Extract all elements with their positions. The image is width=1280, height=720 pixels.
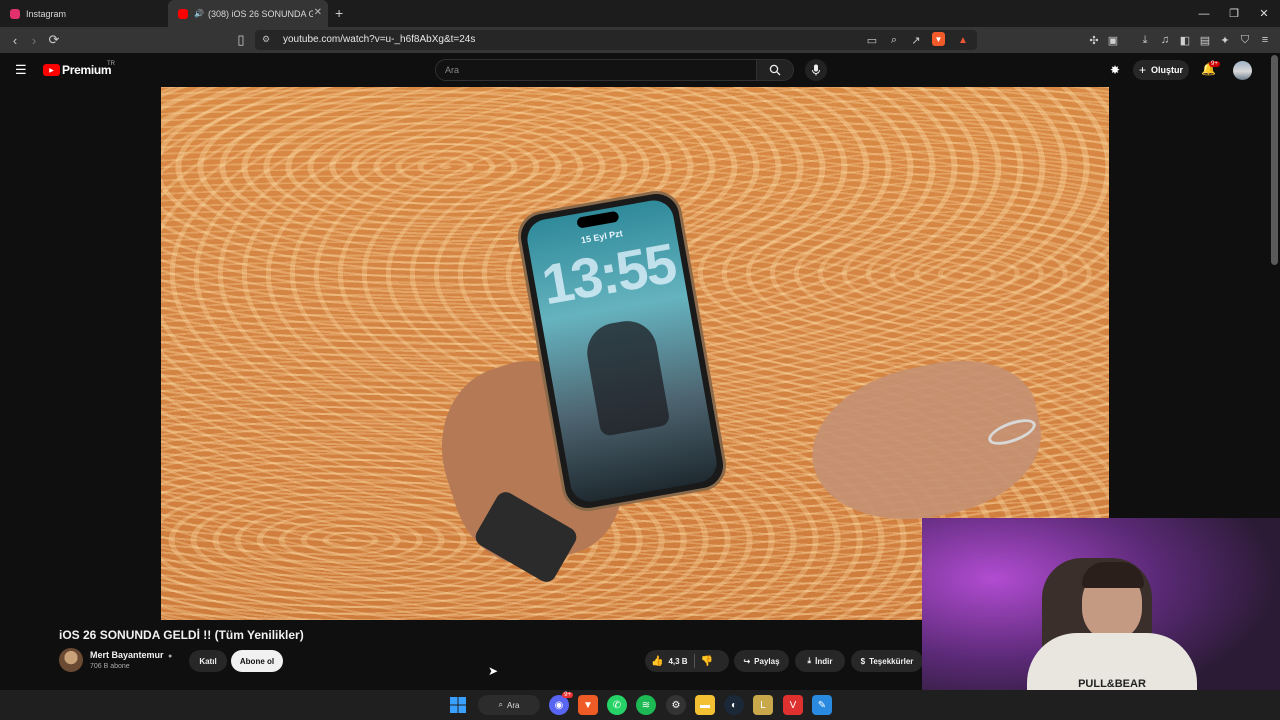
youtube-premium-logo[interactable]: Premium xyxy=(62,63,112,77)
thumbs-down-icon: 👎 xyxy=(700,655,714,667)
join-button[interactable]: Katıl xyxy=(189,650,227,672)
valorant-icon[interactable]: V xyxy=(783,695,803,715)
divider xyxy=(693,654,695,668)
zoom-icon[interactable]: ⌕ xyxy=(886,32,902,48)
vpn-icon[interactable]: ⛉ xyxy=(1237,32,1253,48)
new-tab-button[interactable]: + xyxy=(335,5,343,21)
back-button[interactable]: ‹ xyxy=(6,31,24,49)
league-client-icon[interactable]: L xyxy=(753,695,773,715)
tab-instagram[interactable]: Instagram xyxy=(0,0,165,27)
spotify-icon[interactable]: ≋ xyxy=(636,695,656,715)
taskbar-search[interactable]: ⌕ Ara xyxy=(478,695,540,715)
right-hand xyxy=(797,344,1055,540)
leo-ai-icon[interactable]: ✦ xyxy=(1217,32,1233,48)
menu-icon[interactable]: ≡ xyxy=(1257,32,1273,48)
windows-logo-icon xyxy=(450,697,466,713)
like-button[interactable]: 👍 4,3 B xyxy=(651,656,688,667)
youtube-icon xyxy=(178,8,188,19)
channel-name[interactable]: Mert Bayantemur ● xyxy=(90,650,172,660)
search-input[interactable]: Ara xyxy=(445,65,459,75)
sidebar-icon[interactable]: ◧ xyxy=(1177,32,1193,48)
person-hair xyxy=(1082,562,1144,588)
channel-avatar[interactable] xyxy=(59,648,83,672)
thanks-button[interactable]: $ Teşekkürler xyxy=(851,650,923,672)
like-dislike-group: 👍 4,3 B 👎 xyxy=(645,650,729,672)
shirt-text: PULL&BEAR xyxy=(1078,678,1146,690)
reload-button[interactable]: ⟳ xyxy=(45,31,63,49)
brave-shields-icon[interactable]: ▼ xyxy=(932,32,945,46)
media-icon[interactable]: ♫ xyxy=(1157,32,1173,48)
url-text[interactable]: youtube.com/watch?v=u-_h6f8AbXg&t=24s xyxy=(283,34,475,45)
file-explorer-icon[interactable]: ▬ xyxy=(695,695,715,715)
restore-button[interactable]: ❐ xyxy=(1218,0,1250,27)
share-icon[interactable]: ↗ xyxy=(908,32,924,48)
plus-icon: + xyxy=(1138,63,1146,77)
verified-icon: ● xyxy=(168,653,173,660)
brave-rewards-icon[interactable]: ▲ xyxy=(955,32,971,48)
snipping-tool-icon[interactable]: ✎ xyxy=(812,695,832,715)
extensions-icon[interactable]: ✣ xyxy=(1086,32,1102,48)
forward-button[interactable]: › xyxy=(25,31,43,49)
close-tab-icon[interactable]: ✕ xyxy=(314,7,322,18)
download-arrow-icon: ⤓ xyxy=(807,656,812,665)
settings-app-icon[interactable]: ⚙ xyxy=(666,695,686,715)
youtube-logo-icon[interactable]: ▶ xyxy=(43,64,60,76)
close-window-button[interactable]: ✕ xyxy=(1248,0,1280,27)
tab-search-icon[interactable]: ▣ xyxy=(1105,32,1121,48)
create-button[interactable]: + Oluştur xyxy=(1133,60,1189,80)
cast-icon[interactable]: ▭ xyxy=(864,32,880,48)
page-scrollbar[interactable] xyxy=(1271,55,1278,265)
bookmark-icon[interactable]: ▯ xyxy=(232,31,250,49)
microphone-icon xyxy=(812,64,820,76)
minimize-button[interactable]: — xyxy=(1188,0,1220,27)
instagram-icon xyxy=(10,8,20,19)
search-icon: ⌕ xyxy=(498,700,504,709)
search-box[interactable] xyxy=(435,59,757,81)
super-thanks-icon: $ xyxy=(860,656,866,666)
download-icon[interactable]: ⤓ xyxy=(1137,32,1153,48)
audio-icon[interactable]: 🔊 xyxy=(194,9,204,18)
tab-youtube[interactable]: 🔊 (308) iOS 26 SONUNDA GELDİ ✕ xyxy=(168,0,328,27)
site-settings-icon[interactable]: ⚙ xyxy=(262,34,270,45)
subscriber-count: 706 B abone xyxy=(90,663,130,670)
wallet-icon[interactable]: ▤ xyxy=(1197,32,1213,48)
subscribe-button[interactable]: Abone ol xyxy=(231,650,283,672)
mouse-cursor-icon: ➤ xyxy=(488,664,499,678)
dislike-button[interactable]: 👎 xyxy=(701,656,713,667)
download-button[interactable]: ⤓ İndir xyxy=(795,650,845,672)
thumbs-up-icon: 👍 xyxy=(651,655,664,667)
premium-badge-icon[interactable]: ✸ xyxy=(1110,63,1120,77)
voice-search-button[interactable] xyxy=(805,59,827,81)
video-title: iOS 26 SONUNDA GELDİ !! (Tüm Yenilikler) xyxy=(59,628,304,642)
hamburger-menu-icon[interactable]: ☰ xyxy=(15,62,27,78)
region-label: TR xyxy=(107,61,115,67)
share-button[interactable]: ↪ Paylaş xyxy=(734,650,789,672)
whatsapp-icon[interactable]: ✆ xyxy=(607,695,627,715)
search-icon xyxy=(769,64,781,76)
user-avatar[interactable] xyxy=(1233,61,1252,80)
brave-browser-icon[interactable]: ▼ xyxy=(578,695,598,715)
share-arrow-icon: ↪ xyxy=(743,656,751,666)
discord-icon[interactable]: ◉ 9+ xyxy=(549,692,573,715)
windows-start-icon[interactable] xyxy=(448,695,468,715)
search-button[interactable] xyxy=(756,59,794,81)
steam-icon[interactable]: ◐ xyxy=(724,695,744,715)
notification-count-badge: 9+ xyxy=(1209,61,1220,67)
